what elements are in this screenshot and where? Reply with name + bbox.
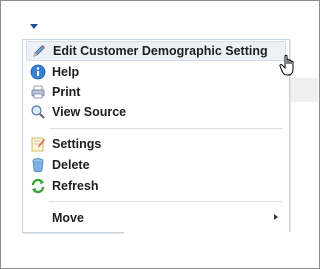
pencil-icon [30, 42, 48, 60]
menu-item-view-source[interactable]: View Source [26, 102, 286, 122]
menu-item-label: Move [52, 211, 84, 225]
background-strip [124, 232, 318, 242]
print-icon [29, 83, 47, 101]
magnifier-icon [29, 103, 47, 121]
refresh-icon [29, 177, 47, 195]
trash-icon [29, 156, 47, 174]
menu-item-label: Settings [52, 137, 102, 151]
settings-icon [29, 135, 47, 153]
menu-item-label: Print [52, 85, 81, 99]
menu-separator [49, 128, 283, 129]
menu-item-move[interactable]: Move [26, 208, 286, 228]
menu-item-label: Refresh [52, 179, 99, 193]
menu-item-edit-customer-demographic-setting[interactable]: Edit Customer Demographic Setting [26, 41, 286, 61]
menu-item-print[interactable]: Print [26, 82, 286, 102]
background-panel [288, 78, 318, 102]
menu-item-delete[interactable]: Delete [26, 155, 286, 175]
dropdown-toggle-icon[interactable] [29, 22, 39, 30]
hand-cursor-icon [279, 54, 294, 76]
page-frame: Edit Customer Demographic Setting Help P… [0, 0, 320, 269]
context-menu: Edit Customer Demographic Setting Help P… [22, 39, 290, 233]
menu-item-refresh[interactable]: Refresh [26, 176, 286, 196]
menu-item-label: View Source [52, 105, 127, 119]
menu-item-label: Delete [52, 158, 90, 172]
help-icon [29, 63, 47, 81]
menu-separator [49, 201, 283, 202]
submenu-arrow-icon [274, 214, 278, 220]
menu-item-help[interactable]: Help [26, 62, 286, 82]
menu-item-label: Help [52, 65, 80, 79]
menu-item-settings[interactable]: Settings [26, 134, 286, 154]
menu-item-label: Edit Customer Demographic Setting [53, 44, 268, 58]
